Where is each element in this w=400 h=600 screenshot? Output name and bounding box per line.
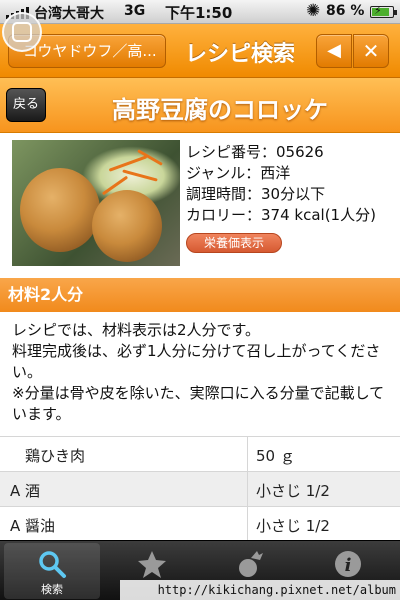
recipe-title-bar: 戻る 高野豆腐のコロッケ bbox=[0, 78, 400, 133]
battery-percentage: 86 % bbox=[326, 3, 365, 19]
activity-spinner-icon: ✺ bbox=[306, 1, 321, 21]
ingredient-amount: 50 ｇ bbox=[256, 447, 295, 465]
table-row: A 酒 小さじ 1/2 bbox=[0, 471, 400, 506]
navigation-bar: コウヤドウフ／高... レシピ検索 ◀ ✕ bbox=[0, 24, 400, 78]
note-line: 料理完成後は、必ず1人分に分けて召し上がってください。 bbox=[12, 342, 381, 381]
ingredient-name: 鶏ひき肉 bbox=[10, 447, 86, 465]
table-row: 鶏ひき肉 50 ｇ bbox=[0, 436, 400, 471]
recipe-info: レシピ番号：05626 ジャンル：西洋 調理時間：30分以下 カロリー：374 … bbox=[186, 142, 376, 226]
network-type: 3G bbox=[124, 3, 146, 19]
recipe-number: レシピ番号：05626 bbox=[186, 143, 324, 161]
note-line: レシピでは、材料表示は2人分です。 bbox=[12, 321, 261, 339]
previous-button[interactable]: ◀ bbox=[316, 34, 352, 68]
status-bar: 台湾大哥大 3G 下午1:50 ✺ 86 % ⚡ bbox=[0, 0, 400, 24]
table-row: A 醤油 小さじ 1/2 bbox=[0, 506, 400, 541]
close-button[interactable]: ✕ bbox=[353, 34, 389, 68]
recipe-genre: ジャンル：西洋 bbox=[186, 164, 291, 182]
tab-search[interactable]: 検索 bbox=[4, 543, 100, 599]
status-time: 下午1:50 bbox=[165, 4, 233, 22]
recipe-photo bbox=[12, 140, 180, 266]
info-icon: i bbox=[335, 551, 361, 577]
nutrition-button[interactable]: 栄養価表示 bbox=[186, 233, 282, 253]
ingredient-amount: 小さじ 1/2 bbox=[256, 517, 330, 535]
assistive-touch-button[interactable] bbox=[2, 12, 42, 52]
recipe-title: 高野豆腐のコロッケ bbox=[112, 96, 328, 124]
recipe-cook-time: 調理時間：30分以下 bbox=[186, 185, 326, 203]
back-button[interactable]: 戻る bbox=[6, 88, 46, 122]
ingredients-header: 材料2人分 bbox=[0, 278, 400, 312]
ingredient-amount: 小さじ 1/2 bbox=[256, 482, 330, 500]
tab-label: 検索 bbox=[41, 583, 63, 596]
battery-icon: ⚡ bbox=[370, 4, 397, 18]
serving-note: レシピでは、材料表示は2人分です。 料理完成後は、必ず1人分に分けて召し上がって… bbox=[12, 320, 394, 425]
ingredient-name: A 醤油 bbox=[10, 517, 56, 535]
star-icon bbox=[138, 551, 166, 578]
ingredient-name: A 酒 bbox=[10, 482, 41, 500]
vegetable-icon bbox=[239, 551, 263, 577]
ingredient-table: 鶏ひき肉 50 ｇ A 酒 小さじ 1/2 A 醤油 小さじ 1/2 bbox=[0, 436, 400, 541]
recipe-calories: カロリー：374 kcal(1人分) bbox=[186, 206, 376, 224]
svg-text:i: i bbox=[345, 555, 352, 576]
search-icon bbox=[39, 551, 66, 578]
watermark-url: http://kikichang.pixnet.net/album bbox=[120, 580, 400, 600]
note-line: ※分量は骨や皮を除いた、実際口に入る分量で記載しています。 bbox=[12, 384, 385, 423]
nav-title: レシピ検索 bbox=[184, 42, 295, 67]
carrier-name: 台湾大哥大 bbox=[34, 6, 104, 22]
